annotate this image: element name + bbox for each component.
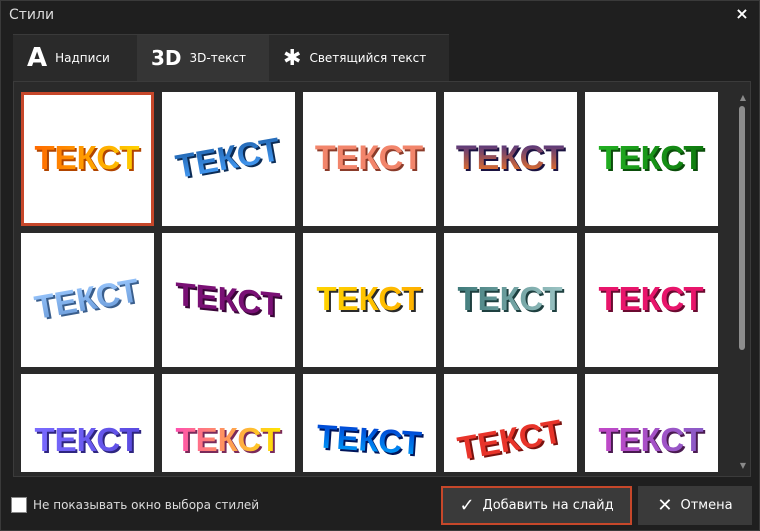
style-preview: ТЕКСТТЕКСТ	[316, 280, 423, 319]
style-thumbnail[interactable]: ТЕКСТ ТЕКСТ	[21, 233, 154, 367]
style-preview: ТЕКСТТЕКСТ	[598, 421, 705, 460]
styles-dialog: Стили × A Надписи 3D 3D-текст ✱ Светящий…	[0, 0, 760, 531]
tab-label: Надписи	[55, 51, 110, 65]
style-preview: ТЕКСТТЕКСТ	[315, 139, 425, 179]
scroll-down-arrow-icon[interactable]: ▼	[736, 460, 750, 472]
style-thumbnail[interactable]: ТЕКСТ ТЕКСТ	[303, 374, 436, 472]
style-preview: ТЕКСТТЕКСТ	[457, 280, 564, 319]
letter-a-icon: A	[27, 43, 48, 73]
tab-captions[interactable]: A Надписи	[13, 34, 137, 81]
style-preview: ТЕКСТТЕКСТ	[598, 139, 705, 178]
cancel-label: Отмена	[680, 498, 733, 513]
style-preview: ТЕКСТТЕКСТ	[315, 417, 424, 463]
dont-show-checkbox-row[interactable]: Не показывать окно выбора стилей	[11, 497, 259, 513]
style-grid: ТЕКСТ ТЕКСТ ТЕКСТ ТЕКСТ ТЕКСТ ТЕКСТ ТЕКСТ ТЕКСТ…	[21, 92, 725, 472]
style-preview: ТЕКСТТЕКСТ	[456, 139, 566, 179]
cancel-button[interactable]: ✕ Отмена	[638, 486, 752, 525]
style-preview-text: ТЕКСТ	[315, 417, 422, 461]
3d-text-icon: 3D	[151, 46, 182, 70]
style-preview: ТЕКСТТЕКСТ	[32, 271, 144, 327]
style-preview: ТЕКСТТЕКСТ	[175, 421, 282, 460]
title-bar: Стили ×	[1, 1, 759, 31]
close-icon[interactable]: ×	[733, 5, 751, 23]
dialog-title: Стили	[9, 7, 55, 23]
dont-show-checkbox[interactable]	[11, 497, 27, 513]
style-thumbnail[interactable]: ТЕКСТ ТЕКСТ	[303, 92, 436, 226]
style-preview-text: ТЕКСТ	[598, 139, 703, 176]
dialog-footer: Не показывать окно выбора стилей ✓ Добав…	[1, 481, 759, 531]
style-preview-text: ТЕКСТ	[456, 139, 564, 177]
style-preview: ТЕКСТТЕКСТ	[455, 412, 567, 468]
style-preview-text: ТЕКСТ	[457, 280, 562, 317]
style-preview: ТЕКСТТЕКСТ	[598, 280, 705, 319]
scroll-up-arrow-icon[interactable]: ▲	[736, 92, 750, 104]
style-preview-text: ТЕКСТ	[175, 421, 280, 458]
sparkle-icon: ✱	[283, 45, 302, 71]
style-thumbnail[interactable]: ТЕКСТ ТЕКСТ	[162, 374, 295, 472]
style-thumbnail[interactable]: ТЕКСТ ТЕКСТ	[21, 92, 154, 226]
style-thumbnail[interactable]: ТЕКСТ ТЕКСТ	[444, 92, 577, 226]
style-thumbnail[interactable]: ТЕКСТ ТЕКСТ	[21, 374, 154, 472]
style-thumbnail[interactable]: ТЕКСТ ТЕКСТ	[162, 233, 295, 367]
style-preview: ТЕКСТТЕКСТ	[173, 130, 285, 186]
tab-label: Светящийся текст	[309, 51, 427, 65]
style-preview: ТЕКСТТЕКСТ	[175, 276, 282, 326]
style-preview-text: ТЕКСТ	[315, 139, 423, 177]
style-preview: ТЕКСТТЕКСТ	[34, 139, 141, 178]
scroll-thumb[interactable]	[739, 106, 745, 350]
dont-show-label: Не показывать окно выбора стилей	[33, 498, 260, 512]
style-preview: ТЕКСТТЕКСТ	[34, 421, 141, 460]
style-preview-text: ТЕКСТ	[34, 421, 139, 458]
add-to-slide-button[interactable]: ✓ Добавить на слайд	[441, 486, 632, 525]
tab-label: 3D-текст	[189, 51, 246, 65]
style-thumbnail[interactable]: ТЕКСТ ТЕКСТ	[303, 233, 436, 367]
style-preview-text: ТЕКСТ	[34, 139, 139, 176]
tab-glowing-text[interactable]: ✱ Светящийся текст	[269, 34, 449, 81]
style-thumbnail[interactable]: ТЕКСТ ТЕКСТ	[585, 374, 718, 472]
tab-3d-text[interactable]: 3D 3D-текст	[137, 34, 269, 81]
style-preview-text: ТЕКСТ	[598, 421, 703, 458]
style-preview-text: ТЕКСТ	[175, 276, 280, 324]
style-preview-text: ТЕКСТ	[316, 280, 421, 317]
close-icon: ✕	[657, 495, 673, 516]
style-thumbnail[interactable]: ТЕКСТ ТЕКСТ	[585, 233, 718, 367]
styles-panel: ТЕКСТ ТЕКСТ ТЕКСТ ТЕКСТ ТЕКСТ ТЕКСТ ТЕКСТ ТЕКСТ…	[13, 81, 751, 477]
add-to-slide-label: Добавить на слайд	[482, 498, 614, 513]
style-thumbnail[interactable]: ТЕКСТ ТЕКСТ	[585, 92, 718, 226]
checkmark-icon: ✓	[459, 495, 475, 516]
style-preview-text: ТЕКСТ	[598, 280, 703, 317]
style-thumbnail[interactable]: ТЕКСТ ТЕКСТ	[444, 374, 577, 472]
style-thumbnail[interactable]: ТЕКСТ ТЕКСТ	[162, 92, 295, 226]
vertical-scrollbar[interactable]: ▲ ▼	[736, 92, 750, 472]
style-thumbnail[interactable]: ТЕКСТ ТЕКСТ	[444, 233, 577, 367]
